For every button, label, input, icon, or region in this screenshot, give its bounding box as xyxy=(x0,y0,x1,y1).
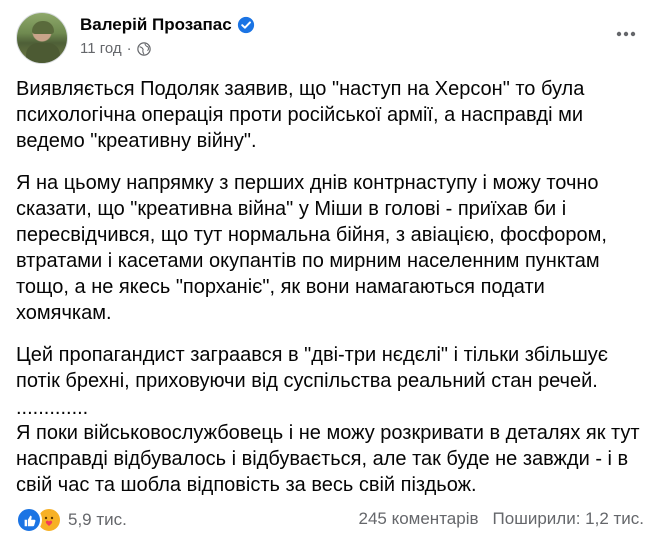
post-paragraph: Цей пропагандист заграався в "дві-три нє… xyxy=(16,344,608,392)
more-options-icon xyxy=(616,31,636,37)
post-separator-dots: ............. xyxy=(16,397,89,419)
comments-count-link[interactable]: 245 коментарів xyxy=(359,509,479,529)
meta-separator: · xyxy=(126,40,132,57)
avatar-helmet xyxy=(32,21,54,34)
post-meta: 11 год · xyxy=(80,40,151,57)
author-name[interactable]: Валерій Прозапас xyxy=(80,15,232,35)
shares-count-link[interactable]: Поширили: 1,2 тис. xyxy=(493,509,644,529)
more-options-button[interactable] xyxy=(608,16,644,52)
reactions-count: 5,9 тис. xyxy=(68,510,127,529)
reactions-summary[interactable]: 5,9 тис. xyxy=(16,507,127,533)
avatar[interactable] xyxy=(16,12,68,64)
author-row: Валерій Прозапас xyxy=(80,15,255,35)
post-paragraph: Я на цьому напрямку з перших днів контрн… xyxy=(16,172,607,324)
post-body: Виявляється Подоляк заявив, що "наступ н… xyxy=(16,76,644,514)
post-header: Валерій Прозапас 11 год · xyxy=(16,12,644,64)
post-stats: 245 коментарів Поширили: 1,2 тис. xyxy=(359,509,645,529)
post-paragraph: Я поки військовослужбовець і не можу роз… xyxy=(16,422,640,496)
verified-badge-icon xyxy=(237,16,254,34)
post-footer: 5,9 тис. 245 коментарів Поширили: 1,2 ти… xyxy=(16,507,644,535)
post-paragraph: Виявляється Подоляк заявив, що "наступ н… xyxy=(16,78,585,152)
post-time[interactable]: 11 год xyxy=(80,40,122,57)
like-reaction-icon xyxy=(16,507,42,533)
avatar-figure xyxy=(26,43,60,63)
globe-icon xyxy=(136,41,151,56)
